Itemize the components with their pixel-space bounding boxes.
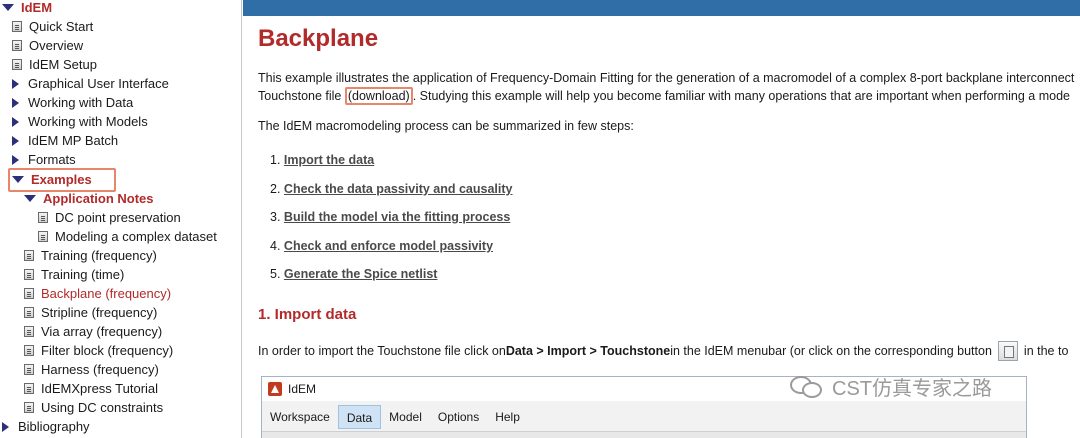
sidebar-item-stripline[interactable]: Stripline (frequency): [24, 303, 157, 322]
sidebar-item-application-notes[interactable]: Application Notes: [24, 189, 154, 208]
chevron-right-icon: [2, 421, 9, 432]
page-icon: [24, 383, 34, 394]
sidebar-tree: IdEM Quick Start Overview IdEM Setup Gra…: [0, 0, 242, 438]
intro-line-2: Touchstone file (download). Studying thi…: [258, 87, 1070, 105]
page-icon: [24, 345, 34, 356]
sidebar-item-training-frequency[interactable]: Training (frequency): [24, 246, 157, 265]
app-menubar: Workspace Data Model Options Help: [262, 405, 1026, 429]
step-link-check-data[interactable]: Check the data passivity and causality: [284, 182, 513, 196]
wechat-icon: [790, 374, 824, 400]
sidebar-item-dc-constraints[interactable]: Using DC constraints: [24, 398, 163, 417]
step-link-spice[interactable]: Generate the Spice netlist: [284, 267, 438, 281]
intro-line-1: This example illustrates the application…: [258, 71, 1075, 85]
step-item: 4. Check and enforce model passivity: [270, 239, 494, 253]
chevron-down-icon: [12, 176, 24, 183]
sidebar-item-formats[interactable]: Formats: [12, 150, 76, 169]
sidebar-item-examples[interactable]: Examples: [12, 170, 92, 189]
import-button-icon[interactable]: [997, 341, 1018, 361]
app-toolbar: [262, 431, 1026, 438]
chevron-down-icon: [2, 4, 14, 11]
page-icon: [38, 212, 48, 223]
sidebar-item-working-with-models[interactable]: Working with Models: [12, 112, 148, 131]
sidebar-item-overview[interactable]: Overview: [12, 36, 83, 55]
watermark: CST仿真专家之路: [790, 372, 992, 401]
summary-text: The IdEM macromodeling process can be su…: [258, 119, 634, 133]
step-link-import[interactable]: Import the data: [284, 153, 374, 167]
tree-root-idem[interactable]: IdEM: [2, 0, 52, 17]
page-icon: [24, 288, 34, 299]
chevron-right-icon: [12, 154, 19, 165]
menu-options[interactable]: Options: [430, 405, 487, 429]
page-icon: [24, 250, 34, 261]
menu-help[interactable]: Help: [487, 405, 528, 429]
sidebar-item-mp-batch[interactable]: IdEM MP Batch: [12, 131, 118, 150]
page-icon: [12, 40, 22, 51]
step-link-passivity[interactable]: Check and enforce model passivity: [284, 239, 493, 253]
sidebar-item-harness[interactable]: Harness (frequency): [24, 360, 159, 379]
menu-workspace[interactable]: Workspace: [262, 405, 338, 429]
step-item: 1. Import the data: [270, 153, 375, 167]
sidebar-item-backplane[interactable]: Backplane (frequency): [24, 284, 171, 303]
sidebar-item-dc-point[interactable]: DC point preservation: [38, 208, 181, 227]
page-icon: [24, 269, 34, 280]
page-icon: [12, 59, 22, 70]
page-icon: [38, 231, 48, 242]
sidebar-item-idem-setup[interactable]: IdEM Setup: [12, 55, 97, 74]
download-link[interactable]: (download): [344, 87, 413, 105]
sidebar-item-working-with-data[interactable]: Working with Data: [12, 93, 133, 112]
sidebar-item-filter-block[interactable]: Filter block (frequency): [24, 341, 173, 360]
matlab-logo-icon: [268, 382, 282, 396]
page-title: Backplane: [258, 25, 379, 52]
sidebar-item-training-time[interactable]: Training (time): [24, 265, 124, 284]
sidebar-item-quick-start[interactable]: Quick Start: [12, 17, 93, 36]
chevron-down-icon: [24, 195, 36, 202]
sidebar-item-complex-dataset[interactable]: Modeling a complex dataset: [38, 227, 217, 246]
sidebar-item-bibliography[interactable]: Bibliography: [2, 417, 90, 436]
page-icon: [24, 326, 34, 337]
chevron-right-icon: [12, 97, 19, 108]
header-bar: [243, 0, 1080, 16]
page-icon: [24, 364, 34, 375]
step-link-build-model[interactable]: Build the model via the fitting process: [284, 210, 510, 224]
sidebar-item-gui[interactable]: Graphical User Interface: [12, 74, 169, 93]
section-title-import: 1. Import data: [258, 306, 357, 323]
page-icon: [24, 307, 34, 318]
chevron-right-icon: [12, 78, 19, 89]
step-item: 3. Build the model via the fitting proce…: [270, 210, 511, 224]
import-instructions: In order to import the Touchstone file c…: [258, 341, 1068, 361]
chevron-right-icon: [12, 135, 19, 146]
menu-data[interactable]: Data: [337, 405, 382, 429]
sidebar-item-idemxpress[interactable]: IdEMXpress Tutorial: [24, 379, 158, 398]
step-item: 2. Check the data passivity and causalit…: [270, 182, 513, 196]
sidebar-item-via-array[interactable]: Via array (frequency): [24, 322, 162, 341]
page-icon: [24, 402, 34, 413]
chevron-right-icon: [12, 116, 19, 127]
page-icon: [12, 21, 22, 32]
menu-model[interactable]: Model: [381, 405, 430, 429]
step-item: 5. Generate the Spice netlist: [270, 267, 438, 281]
